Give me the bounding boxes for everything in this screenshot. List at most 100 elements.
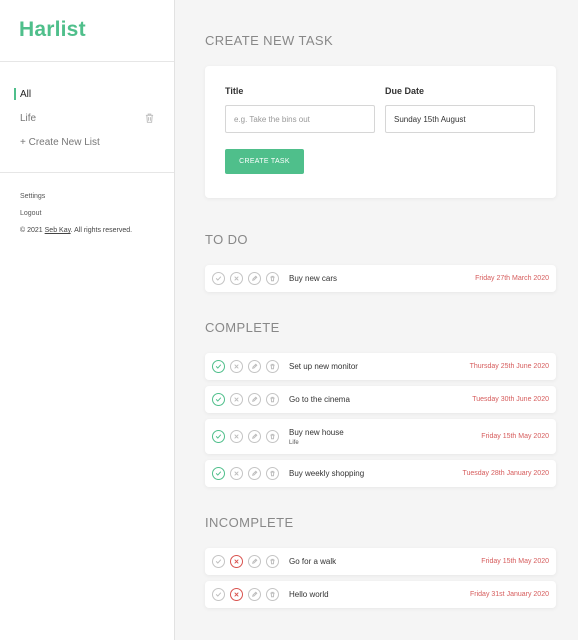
mark-edit-button[interactable]: [248, 467, 261, 480]
mark-complete-button[interactable]: [212, 272, 225, 285]
mark-edit-button[interactable]: [248, 272, 261, 285]
create-list-button[interactable]: + Create New List: [0, 130, 174, 154]
title-input[interactable]: [225, 105, 375, 133]
author-link[interactable]: Seb Kay: [45, 227, 71, 234]
logo: Harlist: [0, 0, 174, 62]
task-row: Buy weekly shopping Tuesday 28th January …: [205, 460, 556, 487]
task-groups: TO DO Buy new cars Friday 27th March 2020 C…: [205, 232, 556, 608]
mark-delete-button[interactable]: [266, 555, 279, 568]
task-row: Buy new house Life Friday 15th May 2020: [205, 419, 556, 454]
settings-link[interactable]: Settings: [20, 193, 154, 200]
mark-complete-button[interactable]: [212, 430, 225, 443]
check-icon: [215, 559, 222, 564]
pencil-icon: [252, 433, 258, 439]
mark-incomplete-button[interactable]: [230, 467, 243, 480]
task-actions: [212, 272, 279, 285]
pencil-icon: [252, 275, 258, 281]
create-task-button[interactable]: CREATE TASK: [225, 149, 304, 174]
task-actions: [212, 555, 279, 568]
task-actions: [212, 588, 279, 601]
cross-icon: [234, 276, 239, 281]
create-task-heading: CREATE NEW TASK: [205, 33, 334, 48]
trash-icon: [270, 591, 275, 598]
trash-icon: [270, 396, 275, 403]
task-group-complete: COMPLETE Set up new monitor Thursday 25th …: [205, 320, 556, 487]
cross-icon: [234, 471, 239, 476]
due-date-field-group: Due Date: [385, 86, 535, 133]
trash-icon[interactable]: [145, 113, 154, 123]
check-icon: [215, 364, 222, 369]
task-title: Buy weekly shopping: [289, 469, 365, 478]
create-task-fields: Title Due Date: [225, 86, 536, 133]
trash-icon: [270, 363, 275, 370]
account-section: Settings Logout © 2021 Seb Kay. All righ…: [0, 173, 174, 234]
check-icon: [215, 434, 222, 439]
mark-delete-button[interactable]: [266, 467, 279, 480]
mark-delete-button[interactable]: [266, 393, 279, 406]
due-date-input[interactable]: [385, 105, 535, 133]
cross-icon: [234, 592, 239, 597]
copyright-suffix: . All rights reserved.: [70, 227, 133, 234]
task-title: Buy new house: [289, 427, 344, 437]
task-text: Buy weekly shopping: [289, 469, 462, 478]
mark-incomplete-button[interactable]: [230, 588, 243, 601]
check-icon: [215, 397, 222, 402]
mark-incomplete-button[interactable]: [230, 555, 243, 568]
mark-incomplete-button[interactable]: [230, 272, 243, 285]
mark-edit-button[interactable]: [248, 555, 261, 568]
task-row: Buy new cars Friday 27th March 2020: [205, 265, 556, 292]
pencil-icon: [252, 396, 258, 402]
mark-delete-button[interactable]: [266, 430, 279, 443]
task-due-date: Friday 31st January 2020: [470, 591, 549, 598]
task-row: Go to the cinema Tuesday 30th June 2020: [205, 386, 556, 413]
task-text: Buy new house Life: [289, 428, 481, 446]
mark-complete-button[interactable]: [212, 588, 225, 601]
list-nav: All Life + Create New List: [0, 62, 174, 173]
task-due-date: Tuesday 28th January 2020: [462, 470, 549, 477]
pencil-icon: [252, 363, 258, 369]
task-row: Set up new monitor Thursday 25th June 202…: [205, 353, 556, 380]
mark-complete-button[interactable]: [212, 467, 225, 480]
cross-icon: [234, 559, 239, 564]
mark-complete-button[interactable]: [212, 393, 225, 406]
task-actions: [212, 393, 279, 406]
check-icon: [215, 471, 222, 476]
mark-edit-button[interactable]: [248, 430, 261, 443]
mark-delete-button[interactable]: [266, 360, 279, 373]
task-due-date: Friday 15th May 2020: [481, 558, 549, 565]
task-title: Go to the cinema: [289, 395, 350, 404]
mark-complete-button[interactable]: [212, 360, 225, 373]
sidebar: Harlist All Life + Create New List Setti…: [0, 0, 175, 640]
pencil-icon: [252, 591, 258, 597]
sidebar-item-life[interactable]: Life: [0, 106, 174, 130]
task-title: Hello world: [289, 590, 329, 599]
task-list-name: Life: [289, 439, 299, 446]
mark-edit-button[interactable]: [248, 393, 261, 406]
group-heading: COMPLETE: [205, 320, 280, 335]
copyright-prefix: © 2021: [20, 227, 43, 234]
mark-delete-button[interactable]: [266, 272, 279, 285]
task-actions: [212, 467, 279, 480]
mark-incomplete-button[interactable]: [230, 393, 243, 406]
main-content: CREATE NEW TASK Title Due Date CREATE TA…: [175, 0, 578, 640]
mark-complete-button[interactable]: [212, 555, 225, 568]
logout-link[interactable]: Logout: [20, 210, 154, 217]
check-icon: [215, 592, 222, 597]
copyright: © 2021 Seb Kay. All rights reserved.: [20, 227, 154, 234]
mark-delete-button[interactable]: [266, 588, 279, 601]
mark-incomplete-button[interactable]: [230, 360, 243, 373]
sidebar-item-all[interactable]: All: [0, 82, 174, 106]
task-due-date: Tuesday 30th June 2020: [472, 396, 549, 403]
trash-icon: [270, 275, 275, 282]
mark-edit-button[interactable]: [248, 360, 261, 373]
task-title: Set up new monitor: [289, 362, 358, 371]
trash-icon: [270, 558, 275, 565]
group-heading: INCOMPLETE: [205, 515, 294, 530]
mark-edit-button[interactable]: [248, 588, 261, 601]
task-actions: [212, 360, 279, 373]
sidebar-item-label: Life: [20, 112, 37, 124]
title-label: Title: [225, 86, 244, 96]
trash-icon: [270, 433, 275, 440]
mark-incomplete-button[interactable]: [230, 430, 243, 443]
task-title: Go for a walk: [289, 557, 337, 566]
